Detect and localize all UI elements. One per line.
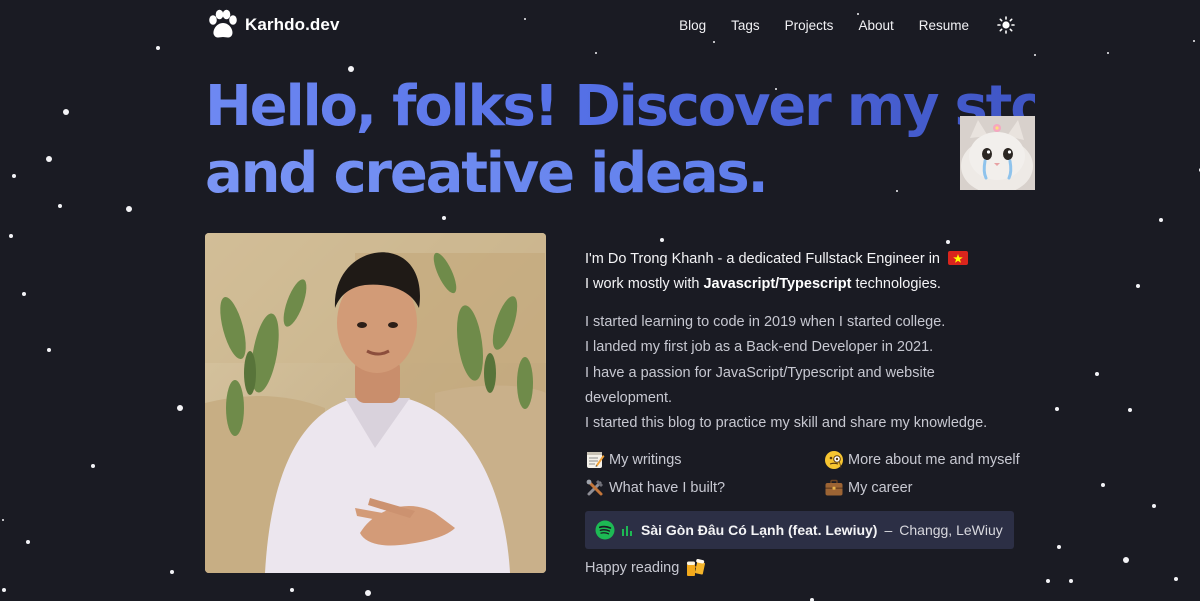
link-more-about-me[interactable]: More about me and myself	[824, 450, 1024, 470]
nav-resume[interactable]: Resume	[919, 18, 969, 33]
story-line-1: I started learning to code in 2019 when …	[585, 314, 946, 330]
song-separator: –	[884, 522, 893, 539]
star-dot	[660, 238, 664, 242]
story-line-3: I have a passion for JavaScript/Typescri…	[585, 364, 935, 406]
star-dot	[47, 348, 51, 352]
link-my-writings-label: My writings	[609, 452, 682, 469]
nav-tags[interactable]: Tags	[731, 18, 760, 33]
spotify-icon	[595, 520, 615, 540]
star-dot	[1193, 40, 1195, 42]
star-dot	[170, 570, 174, 574]
star-dot	[1128, 408, 1132, 412]
star-dot	[58, 204, 62, 208]
hero-line-2: and creative ideas.	[205, 140, 1035, 207]
star-dot	[1159, 218, 1163, 222]
story-paragraphs: I started learning to code in 2019 when …	[585, 310, 1025, 436]
star-dot	[1069, 579, 1073, 583]
star-dot	[91, 464, 95, 468]
happy-reading: Happy reading	[585, 558, 1025, 578]
star-dot	[348, 66, 354, 72]
bio-section: I'm Do Trong Khanh - a dedicated Fullsta…	[585, 247, 1025, 578]
intro-line-1-text: I'm Do Trong Khanh - a dedicated Fullsta…	[585, 251, 940, 267]
star-dot	[9, 234, 13, 238]
star-dot	[442, 216, 446, 220]
star-dot	[2, 519, 4, 521]
star-dot	[126, 206, 132, 212]
intro-line-2: I work mostly with Javascript/Typescript…	[585, 272, 1025, 297]
intro-line-2-start: I work mostly with	[585, 276, 704, 292]
star-dot	[156, 46, 160, 50]
nav-about[interactable]: About	[858, 18, 893, 33]
tools-icon	[585, 478, 605, 498]
briefcase-icon	[824, 478, 844, 498]
star-dot	[2, 588, 6, 592]
nav-projects[interactable]: Projects	[785, 18, 834, 33]
story-line-2: I landed my first job as a Back-end Deve…	[585, 339, 934, 356]
star-dot	[1136, 284, 1140, 288]
star-dot	[63, 109, 69, 115]
nav-blog[interactable]: Blog	[679, 18, 706, 33]
star-dot	[1055, 407, 1059, 411]
profile-photo	[205, 233, 546, 573]
intro-text: I'm Do Trong Khanh - a dedicated Fullsta…	[585, 247, 1025, 297]
star-dot	[1123, 557, 1129, 563]
link-my-career-label: My career	[848, 480, 913, 497]
star-dot	[177, 405, 183, 411]
brand-logo-link[interactable]: Karhdo.dev	[205, 9, 340, 41]
star-dot	[22, 292, 26, 296]
sun-icon	[997, 16, 1015, 34]
link-my-writings[interactable]: My writings	[585, 450, 824, 470]
paw-icon	[209, 9, 237, 38]
site-header: Karhdo.dev Blog Tags Projects About Resu…	[205, 8, 1015, 42]
theme-toggle-button[interactable]	[997, 16, 1015, 34]
star-dot	[946, 240, 950, 244]
star-dot	[1057, 545, 1061, 549]
beer-mugs-icon	[687, 559, 706, 577]
star-dot	[12, 174, 16, 178]
star-dot	[290, 588, 294, 592]
hero-line-1: Hello, folks! Discover my stories	[205, 74, 1158, 139]
brand-name: Karhdo.dev	[245, 15, 340, 34]
spotify-now-playing[interactable]: Sài Gòn Đâu Có Lạnh (feat. Lewiuy) – Cha…	[585, 511, 1014, 550]
star-dot	[365, 590, 371, 596]
link-my-career[interactable]: My career	[824, 478, 1024, 498]
link-more-about-me-label: More about me and myself	[848, 452, 1020, 469]
hero-heading: Hello, folks! Discover my stories and cr…	[205, 73, 1158, 207]
star-dot	[1095, 372, 1099, 376]
monocle-face-icon	[824, 450, 844, 470]
star-dot	[46, 156, 52, 162]
link-what-have-i-built[interactable]: What have I built?	[585, 478, 824, 498]
equalizer-icon	[622, 526, 632, 537]
star-dot	[1107, 52, 1109, 54]
memo-icon	[585, 450, 605, 470]
quick-links: My writings More about me and myself Wha…	[585, 450, 1025, 498]
song-artist: Changg, LeWiuy	[899, 522, 1003, 539]
happy-reading-text: Happy reading	[585, 560, 680, 577]
vietnam-flag-icon	[948, 251, 969, 265]
star-dot	[1034, 54, 1036, 56]
intro-line-1: I'm Do Trong Khanh - a dedicated Fullsta…	[585, 247, 1025, 272]
crying-cat-sticker	[960, 116, 1035, 190]
intro-line-2-end: technologies.	[851, 276, 941, 292]
star-dot	[1046, 579, 1050, 583]
star-dot	[26, 540, 30, 544]
star-dot	[1101, 483, 1105, 487]
story-line-4: I started this blog to practice my skill…	[585, 415, 988, 432]
intro-tech-highlight: Javascript/Typescript	[703, 276, 852, 292]
star-dot	[1152, 504, 1156, 508]
link-what-have-i-built-label: What have I built?	[609, 480, 726, 497]
star-dot	[1174, 577, 1178, 581]
star-dot	[595, 52, 597, 54]
song-title: Sài Gòn Đâu Có Lạnh (feat. Lewiuy)	[641, 522, 878, 539]
main-nav: Blog Tags Projects About Resume	[654, 16, 1015, 34]
